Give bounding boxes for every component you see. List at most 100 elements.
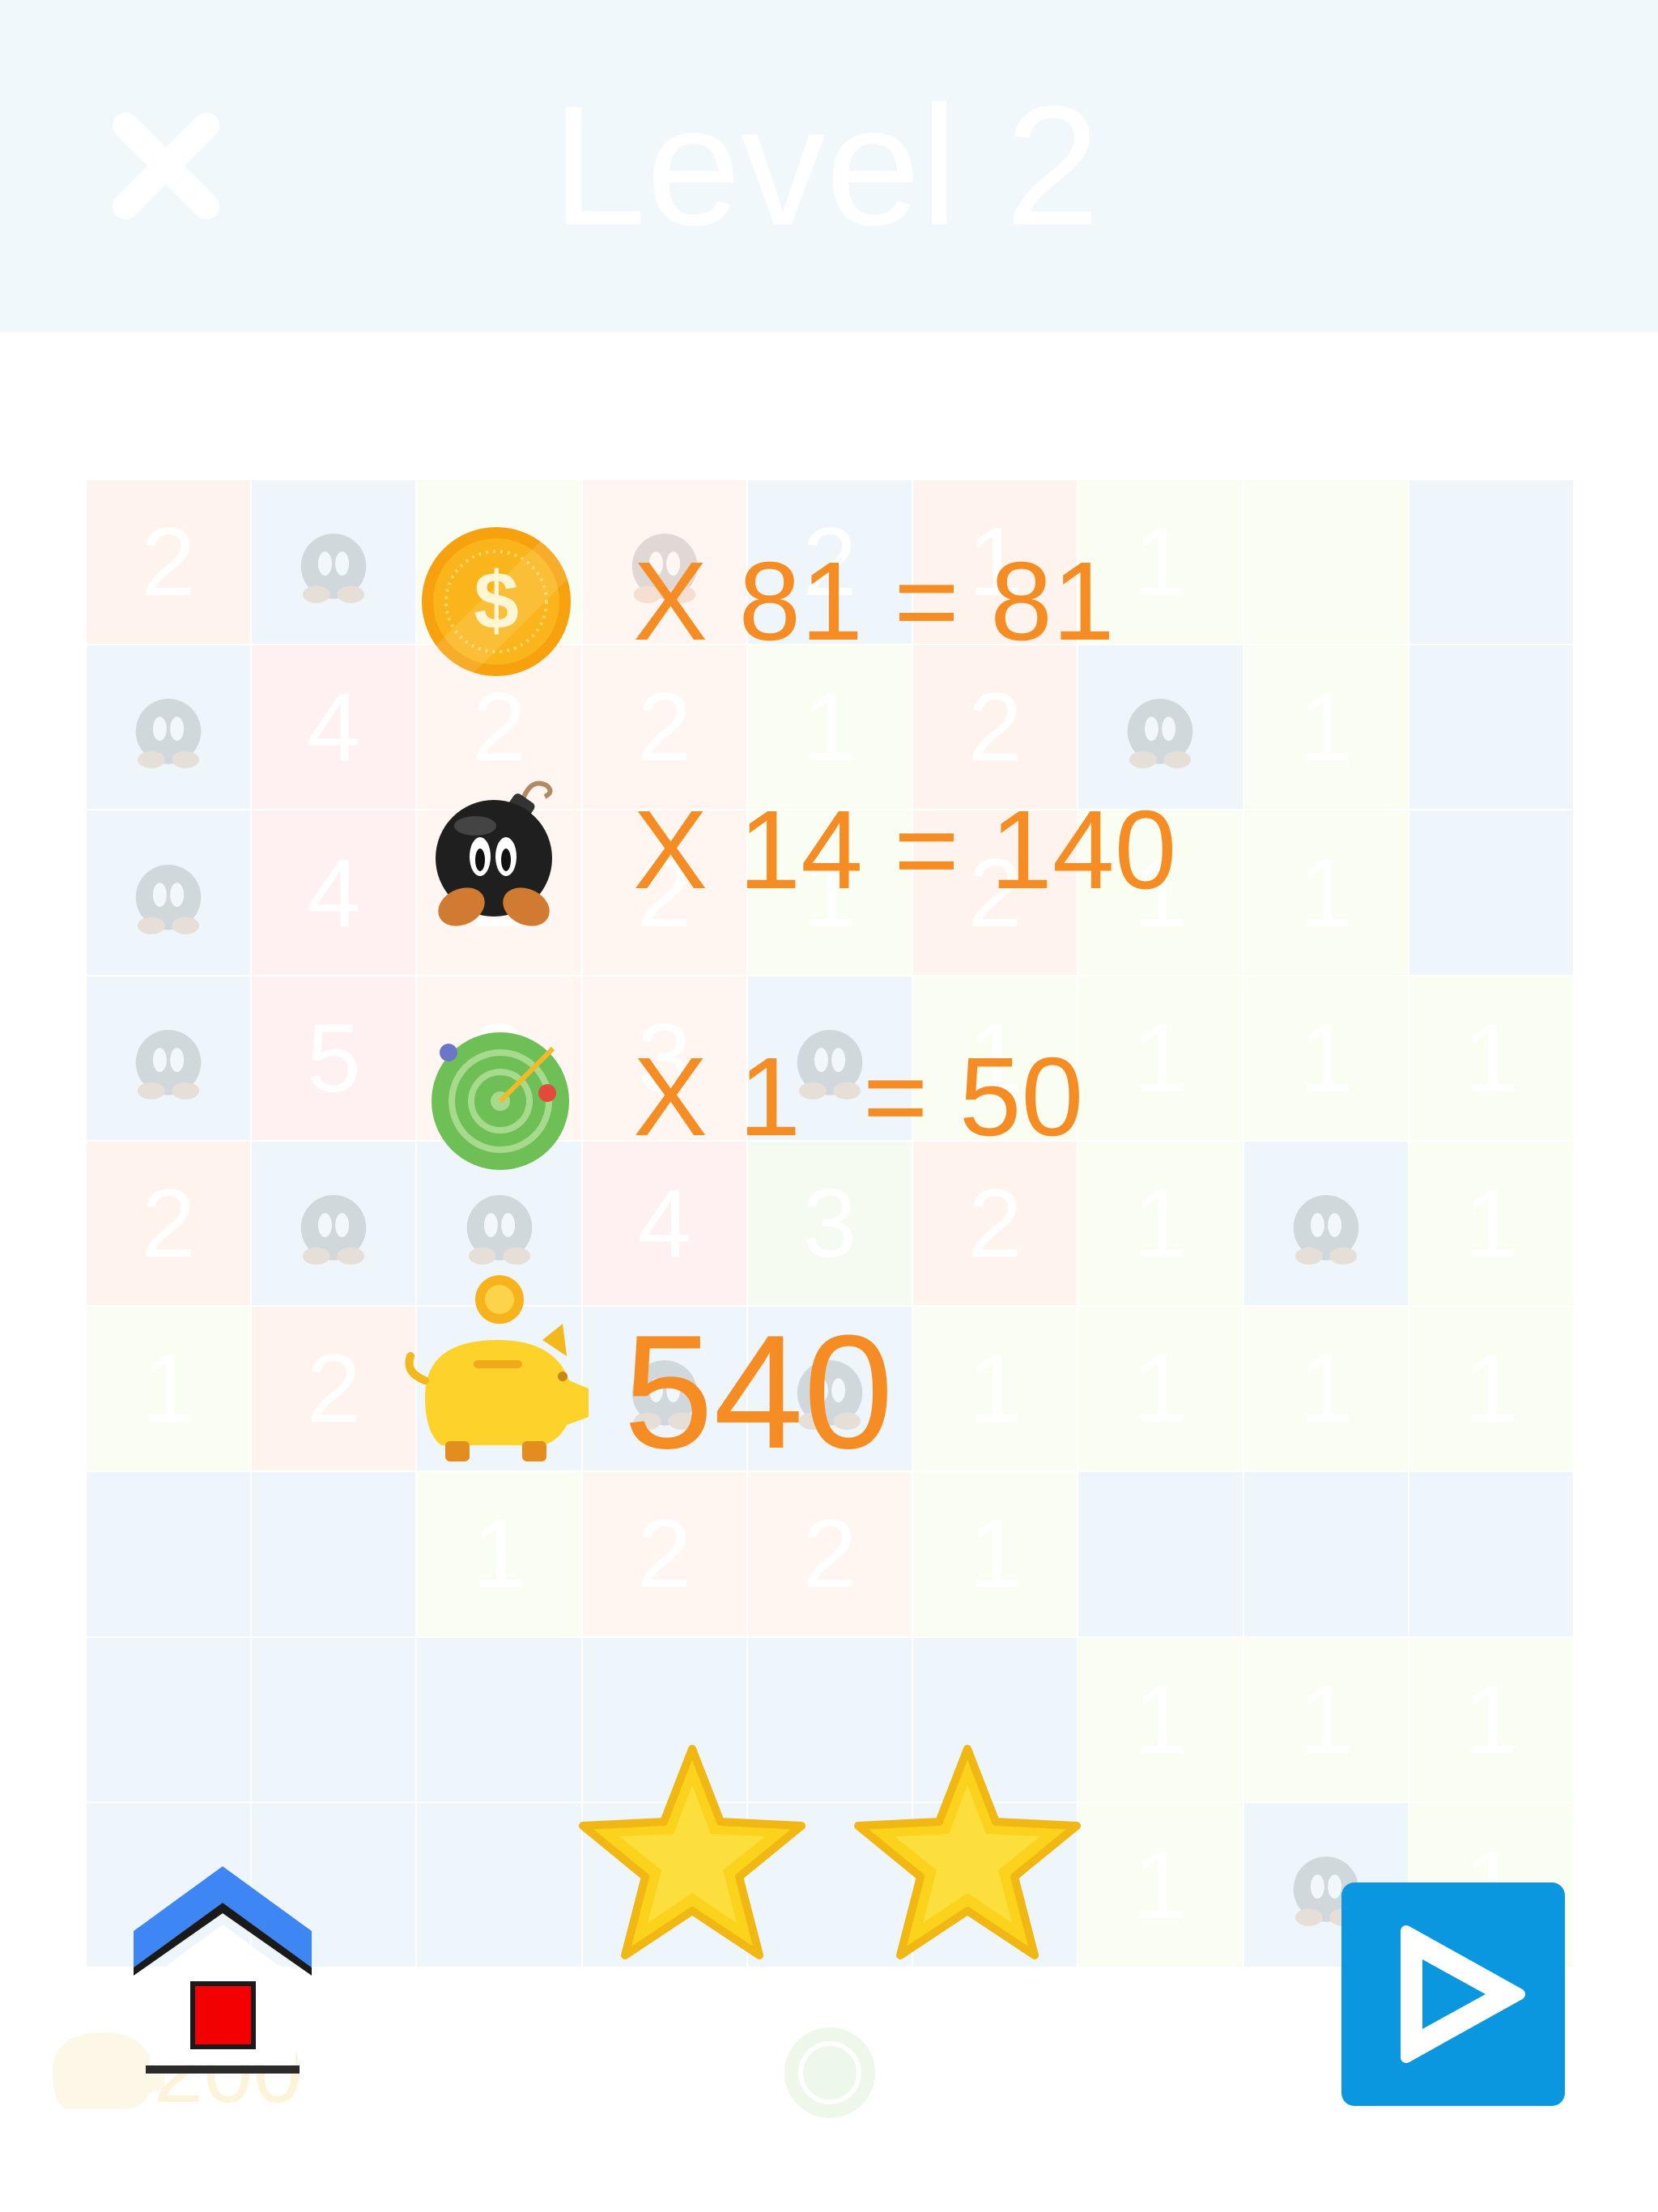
star-icon [854,1745,1081,1959]
board-cell [87,645,251,810]
board-cell: 2 [582,645,746,810]
board-cell: 1 [913,1307,1078,1471]
cell-number: 1 [1299,1334,1354,1444]
bombs-result: X 14 = 140 [633,788,1177,912]
top-bar: Level 2 [0,0,1658,332]
cell-number: 2 [802,1499,857,1609]
board-cell: 5 [252,976,416,1140]
coin-icon: $ [422,527,573,678]
cell-number: 1 [1299,673,1354,782]
bomb-icon [436,781,553,926]
board-cell: 1 [1244,976,1408,1140]
mini-bomb-icon [466,1195,532,1265]
cell-number: 1 [1133,1830,1188,1939]
total-score: 540 [623,1302,894,1482]
cell-number: 1 [1464,1334,1519,1444]
board-cell: 1 [1409,1307,1573,1471]
cell-number: 1 [1133,508,1188,617]
board-cell [252,480,416,644]
next-level-button[interactable] [1341,1882,1565,2106]
cell-number: 1 [1133,1168,1188,1278]
mini-bomb-icon [1293,1195,1358,1265]
cell-number: 1 [472,1499,526,1609]
board-cell: 1 [1078,1802,1243,1967]
board-cell [252,1472,416,1636]
home-button[interactable] [121,1866,324,2089]
board-cell: 1 [1409,976,1573,1140]
ghost-radar-icon [784,2027,875,2118]
mini-bomb-icon [301,534,367,603]
board-cell: 2 [913,1141,1078,1306]
board-cell: 1 [417,1472,581,1636]
board-cell: 3 [747,1141,912,1306]
board-cell [417,1637,581,1802]
home-icon [134,1866,312,2074]
board-cell [1244,1141,1408,1306]
board-cell: 1 [1244,1637,1408,1802]
board-cell [417,1802,581,1967]
radar-result: X 1 = 50 [633,1035,1084,1159]
board-cell: 1 [1078,1637,1243,1802]
board-cell [1244,480,1408,644]
board-cell [252,1637,416,1802]
level-title: Level 2 [551,70,1100,261]
cell-number: 2 [141,1168,196,1278]
cell-number: 3 [802,1168,857,1278]
board-cell [252,1141,416,1306]
cell-number: 1 [802,673,857,782]
board-cell [1409,1472,1573,1636]
mini-bomb-icon [1128,699,1193,769]
cell-number: 2 [637,673,692,782]
cell-number: 2 [637,1499,692,1609]
board-cell: 1 [747,645,912,810]
cell-number: 5 [306,1003,361,1112]
cell-number: 1 [1133,1334,1188,1444]
cell-number: 1 [1133,1665,1188,1774]
cell-number: 1 [967,1499,1022,1609]
board-cell: 1 [1244,1307,1408,1471]
board-cell: 1 [1409,1637,1573,1802]
board-cell: 2 [87,480,251,644]
cell-number: 2 [141,508,196,617]
cell-number: 2 [306,1334,361,1444]
cell-number: 1 [1464,1168,1519,1278]
cell-number: 1 [1464,1003,1519,1112]
board-cell: 1 [1078,1141,1243,1306]
cell-number: 4 [306,673,361,782]
mini-bomb-icon [135,864,202,934]
board-cell: 1 [1409,1141,1573,1306]
board-cell: 1 [1078,976,1243,1140]
board-cell [87,810,251,975]
board-cell [1409,480,1573,644]
piggy-bank-icon [405,1275,589,1461]
radar-icon [432,1032,569,1170]
cell-number: 1 [1133,1003,1188,1112]
board-cell: 2 [582,1472,746,1636]
board-cell [1244,1472,1408,1636]
cell-number: 1 [1464,1665,1519,1774]
game-board: 2121142212142212115331111243211121111122… [87,480,1573,1967]
board-cell: 1 [1078,1307,1243,1471]
mini-bomb-icon [135,1029,202,1100]
cell-number: 1 [1299,838,1354,947]
star-icon [579,1745,806,1959]
cell-number: 1 [967,1334,1022,1444]
board-cell: 2 [747,1472,912,1636]
board-cell [1409,810,1573,975]
cell-number: 4 [306,838,361,947]
board-cell: 2 [913,645,1078,810]
board-cell: 1 [1244,645,1408,810]
coins-result: X 81 = 81 [633,539,1115,664]
board-cell [1078,645,1243,810]
close-icon [113,113,219,219]
close-button[interactable] [105,105,227,227]
mini-bomb-icon [135,699,202,769]
board-cell: 1 [1244,810,1408,975]
cell-number: 2 [472,673,526,782]
board-cell: 1 [913,1472,1078,1636]
board-cell: 1 [87,1307,251,1471]
board-cell [1409,645,1573,810]
board-cell: 4 [252,645,416,810]
board-cell: 2 [87,1141,251,1306]
svg-text:$: $ [474,555,519,646]
